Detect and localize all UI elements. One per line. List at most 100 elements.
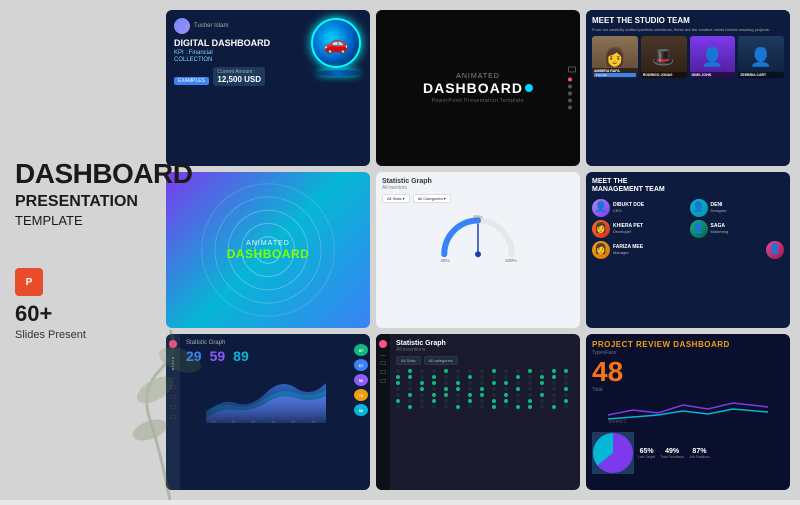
badge-4: 78 (354, 389, 368, 401)
slide7-right: 87 67 56 78 92 (352, 334, 370, 490)
dot-cell (396, 387, 400, 391)
dot-cell (552, 405, 556, 409)
dot-cell (468, 387, 472, 391)
dot-cell (456, 369, 460, 373)
dot-cell (564, 393, 568, 397)
dot-cell (516, 369, 520, 373)
stats-numbers: 29 59 89 (186, 348, 346, 364)
slide-studio-team[interactable]: MEET THE STUDIO TEAM From our carefully … (586, 10, 790, 166)
nav-icon-1 (568, 67, 576, 73)
nav-dot-3 (568, 99, 572, 103)
dot-cell (432, 369, 436, 373)
dot-cell (540, 381, 544, 385)
svg-text:36: 36 (291, 419, 296, 423)
dot-cell (480, 369, 484, 373)
main-title-block: DASHBOARD PRESENTATION TEMPLATE (15, 159, 145, 229)
main-container: DASHBOARD PRESENTATION TEMPLATE P 60+ Sl… (0, 0, 800, 500)
dot-cell (432, 393, 436, 397)
dot-cell (420, 387, 424, 391)
slides-grid: Tusher Islam DIGITAL DASHBOARD KPI : Fin… (160, 0, 800, 500)
filter1[interactable]: All Stats ▾ (382, 194, 410, 203)
dot-cell (456, 393, 460, 397)
dot-cell (504, 405, 508, 409)
team-photo-4: 👤 ZEEBRIA CART (738, 36, 784, 78)
slides-count: 60+ (15, 301, 52, 326)
mgmt-row-1: 👤 DIBUKT DOE CEO 👤 DENI Designer (592, 199, 784, 217)
slide7-main: Statistic Graph 29 59 89 (180, 334, 352, 490)
dot-cell (516, 375, 520, 379)
dot-cell (528, 399, 532, 403)
dot-cell (480, 399, 484, 403)
dot-cell (552, 369, 556, 373)
slide5-sub: All mentors (382, 185, 574, 191)
ppt-badge: P (15, 268, 145, 296)
slide-dots-grid[interactable]: Statistic Graph All inventions All Stats… (376, 334, 580, 490)
dot-cell (516, 399, 520, 403)
dot-cell (552, 399, 556, 403)
dot-cell (516, 387, 520, 391)
team-photo-3: 👤 GIMS JOHN (690, 36, 736, 78)
dot-cell (516, 393, 520, 397)
svg-text:Series C: Series C (608, 419, 628, 423)
dot-cell (564, 387, 568, 391)
template-label: TEMPLATE (15, 213, 145, 228)
svg-text:50%: 50% (474, 214, 483, 219)
dot-cell (468, 369, 472, 373)
dot-cell (396, 375, 400, 379)
slide-animated-circles[interactable]: ANIMATED DASHBOARD (166, 172, 370, 328)
dot-cell (552, 393, 556, 397)
dot-cell (420, 393, 424, 397)
dot-cell (420, 381, 424, 385)
dot-cell (408, 387, 412, 391)
svg-text:100%: 100% (505, 258, 517, 263)
dot-cell (480, 375, 484, 379)
dot-cell (528, 375, 532, 379)
slide9-bottom: 65% Last Target 49% Total Feedback 87% J… (592, 432, 784, 474)
dot-cell (504, 369, 508, 373)
slide7-nav: STATS (166, 334, 180, 490)
dot-cell (504, 387, 508, 391)
dot-cell (468, 399, 472, 403)
filter2[interactable]: All Categories ▾ (413, 194, 451, 203)
slide-statistic-gauge[interactable]: Statistic Graph All mentors All Stats ▾ … (376, 172, 580, 328)
dot-cell (504, 381, 508, 385)
dot-cell (432, 405, 436, 409)
dot-cell (516, 405, 520, 409)
dot-cell (432, 381, 436, 385)
slide9-stat-2: 49% Total Feedback (660, 448, 684, 459)
dot-cell (432, 387, 436, 391)
dot-cell (492, 387, 496, 391)
dot-cell (540, 399, 544, 403)
slide9-title: PROJECT REVIEW DASHBOARD (592, 340, 784, 349)
badge-5: 92 (354, 404, 368, 416)
badge-1: 87 (354, 344, 368, 356)
svg-text:28: 28 (211, 419, 216, 423)
dot-cell (396, 369, 400, 373)
dot-cell (420, 399, 424, 403)
slide9-number: 48 (592, 358, 784, 386)
examples-button[interactable]: EXAMPLES (174, 77, 209, 85)
dot-cell (492, 381, 496, 385)
svg-text:38: 38 (311, 419, 316, 423)
slide2-dot (525, 84, 533, 92)
dot-cell (552, 381, 556, 385)
mgmt-team-list: 👤 DIBUKT DOE CEO 👤 DENI Designer (592, 199, 784, 259)
slide-digital-dashboard[interactable]: Tusher Islam DIGITAL DASHBOARD KPI : Fin… (166, 10, 370, 166)
slide-statistic-bars[interactable]: STATS Statistic Graph 29 59 89 (166, 334, 370, 490)
mgmt-row-2: 👩 KHIERA PET Developer 👤 SAGA Marketing (592, 220, 784, 238)
svg-text:30: 30 (231, 419, 236, 423)
dot-cell (396, 399, 400, 403)
slide-management-team[interactable]: MEET THEMANAGEMENT TEAM 👤 DIBUKT DOE CEO… (586, 172, 790, 328)
slide-project-review[interactable]: PROJECT REVIEW DASHBOARD TypesFace 48 To… (586, 334, 790, 490)
nav-dot-2 (568, 92, 572, 96)
left-panel: DASHBOARD PRESENTATION TEMPLATE P 60+ Sl… (0, 0, 160, 500)
dot-cell (480, 387, 484, 391)
dot-cell (420, 369, 424, 373)
dot-cell (432, 399, 436, 403)
slide2-title: DASHBOARD (423, 80, 523, 96)
dot-cell (564, 375, 568, 379)
slide-animated-dashboard[interactable]: ANIMATED DASHBOARD PowerPoint Presentati… (376, 10, 580, 166)
dot-cell (480, 405, 484, 409)
dot-cell (408, 393, 412, 397)
dot-cell (456, 387, 460, 391)
